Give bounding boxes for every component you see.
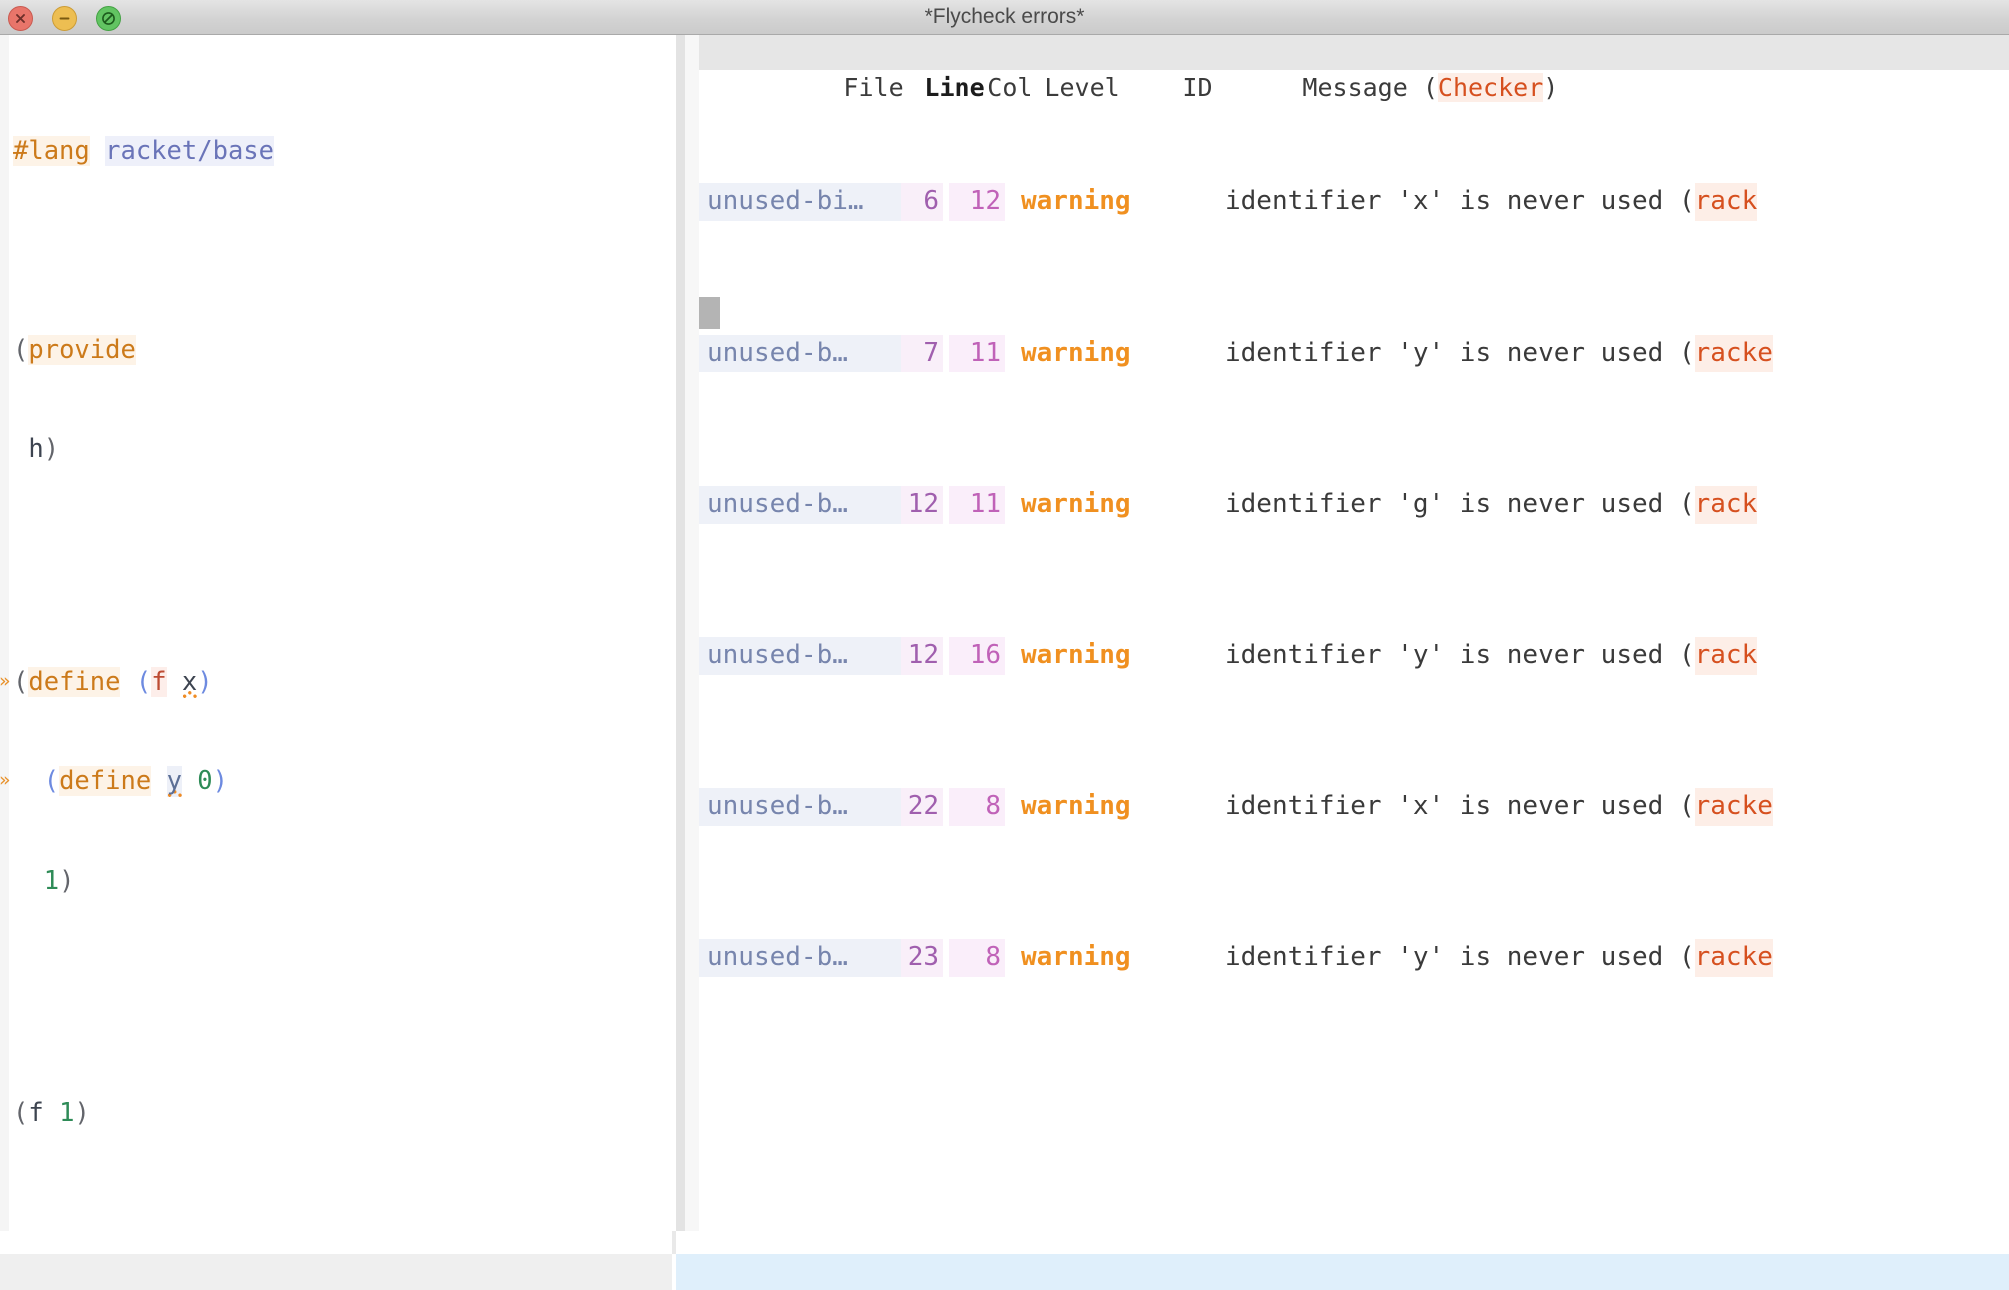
row-line: 22 <box>901 788 943 826</box>
code-line: #lang racket/base <box>9 135 676 168</box>
code-lines: #lang racket/base (provide h) »(define (… <box>9 35 676 1231</box>
row-file: unused-b… <box>699 939 901 977</box>
row-id <box>1181 183 1225 221</box>
row-checker: rack <box>1695 486 1758 524</box>
row-file: unused-b… <box>699 335 901 373</box>
row-level: warning <box>1005 939 1181 977</box>
flycheck-point-cursor <box>699 297 720 329</box>
flycheck-errors-window: FileLineColLevelIDMessage (Checker) unus… <box>676 35 2009 1290</box>
maximize-button[interactable] <box>96 6 121 31</box>
code-line: (f 1) <box>9 1097 676 1130</box>
row-level: warning <box>1005 637 1181 675</box>
left-fringe <box>0 35 9 1231</box>
emacs-frame: #lang racket/base (provide h) »(define (… <box>0 35 2009 1290</box>
code-line <box>9 234 676 267</box>
flycheck-inner-fringe <box>685 35 699 1231</box>
code-line: »(define (f x) <box>9 666 676 699</box>
table-row[interactable]: unused-b…1211warning identifier 'g' is ne… <box>699 486 2009 524</box>
row-level: warning <box>1005 788 1181 826</box>
row-line: 12 <box>901 637 943 675</box>
row-message: identifier 'y' is never used ( <box>1225 939 1695 977</box>
row-message: identifier 'x' is never used ( <box>1225 788 1695 826</box>
row-checker: racke <box>1695 939 1773 977</box>
table-row[interactable]: unused-b…228warning identifier 'x' is nev… <box>699 788 2009 826</box>
source-modeline[interactable]: U:--- unused-bindings.rkt All (25,0) <box>0 1254 672 1290</box>
row-line: 6 <box>901 183 943 221</box>
row-line: 12 <box>901 486 943 524</box>
row-level: warning <box>1005 486 1181 524</box>
row-line: 7 <box>901 335 943 373</box>
window-controls <box>8 6 121 31</box>
flycheck-error-rows: unused-bi…612warningidentifier 'x' is ne… <box>699 70 2009 1091</box>
minimize-button[interactable] <box>52 6 77 31</box>
row-file: unused-b… <box>699 637 901 675</box>
code-line: » (define y 0) <box>9 765 676 798</box>
flycheck-column-header: FileLineColLevelIDMessage (Checker) <box>699 35 2009 70</box>
row-level: warning <box>1005 183 1181 221</box>
row-message: identifier 'g' is never used ( <box>1225 486 1695 524</box>
row-id <box>1181 939 1225 977</box>
row-message: identifier 'x' is never used ( <box>1225 183 1695 221</box>
row-line: 23 <box>901 939 943 977</box>
row-level: warning <box>1005 335 1181 373</box>
source-code-window: #lang racket/base (provide h) »(define (… <box>0 35 676 1290</box>
row-id <box>1181 788 1225 826</box>
row-file: unused-b… <box>699 788 901 826</box>
row-id <box>1181 335 1225 373</box>
table-row[interactable]: unused-b…1216warning identifier 'y' is ne… <box>699 637 2009 675</box>
row-col: 8 <box>949 939 1005 977</box>
row-col: 8 <box>949 788 1005 826</box>
code-buffer[interactable]: #lang racket/base (provide h) »(define (… <box>0 35 676 1231</box>
code-line: (provide <box>9 334 676 367</box>
row-file: unused-b… <box>699 486 901 524</box>
row-checker: racke <box>1695 335 1773 373</box>
code-line: 1) <box>9 865 676 898</box>
row-id <box>1181 486 1225 524</box>
row-message: identifier 'y' is never used ( <box>1225 637 1695 675</box>
flycheck-buffer[interactable]: FileLineColLevelIDMessage (Checker) unus… <box>676 35 2009 1231</box>
row-file: unused-bi… <box>699 183 901 221</box>
window-title: *Flycheck errors* <box>0 0 2009 35</box>
flycheck-outer-fringe <box>676 35 685 1231</box>
row-message: identifier 'y' is never used ( <box>1225 335 1695 373</box>
window-titlebar: *Flycheck errors* <box>0 0 2009 35</box>
row-col: 11 <box>949 335 1005 373</box>
row-col: 12 <box>949 183 1005 221</box>
row-id <box>1181 637 1225 675</box>
code-line <box>9 533 676 566</box>
flycheck-modeline[interactable]: U:%%- *Flycheck errors* for buffer unuse… <box>676 1254 2009 1290</box>
close-button[interactable] <box>8 6 33 31</box>
code-line <box>9 1197 676 1230</box>
row-checker: rack <box>1695 183 1758 221</box>
code-line: h) <box>9 433 676 466</box>
row-col: 16 <box>949 637 1005 675</box>
row-checker: racke <box>1695 788 1773 826</box>
row-checker: rack <box>1695 637 1758 675</box>
row-col: 11 <box>949 486 1005 524</box>
fringe-warning-icon: » <box>0 669 11 694</box>
table-row[interactable]: unused-b…711warning identifier 'y' is nev… <box>699 335 2009 373</box>
table-row[interactable]: unused-bi…612warning identifier 'x' is ne… <box>699 183 2009 221</box>
fringe-warning-icon: » <box>0 768 11 793</box>
table-row[interactable]: unused-b…238warning identifier 'y' is nev… <box>699 939 2009 977</box>
code-line <box>9 965 676 998</box>
